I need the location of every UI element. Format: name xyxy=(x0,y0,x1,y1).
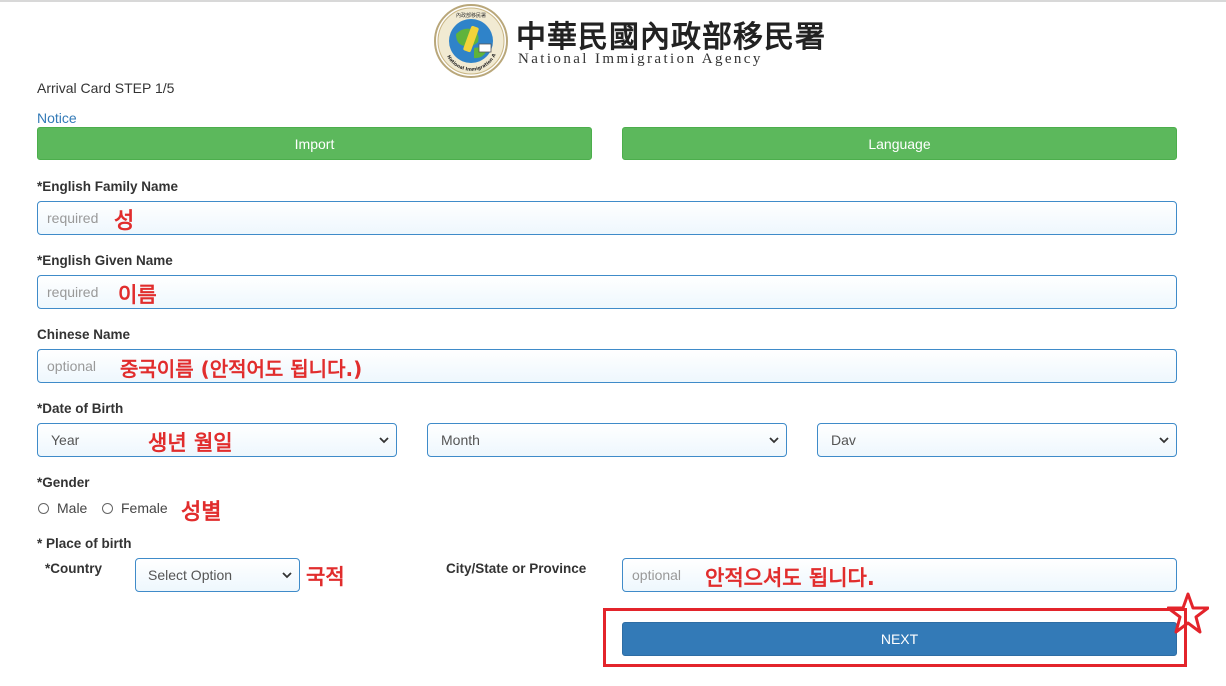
chevron-down-icon xyxy=(769,437,779,444)
family-name-label: *English Family Name xyxy=(37,179,179,194)
gender-male-label[interactable]: Male xyxy=(57,500,87,516)
step-indicator: Arrival Card STEP 1/5 xyxy=(37,80,175,96)
chinese-name-placeholder: optional xyxy=(47,358,97,374)
language-button[interactable]: Language xyxy=(622,127,1177,160)
city-placeholder: optional xyxy=(632,567,682,583)
annotation-dob: 생년 월일 xyxy=(148,431,233,455)
import-button[interactable]: Import xyxy=(37,127,592,160)
agency-name-english: National Immigration Agency xyxy=(518,51,763,67)
country-label: *Country xyxy=(45,561,102,576)
gender-male-radio[interactable] xyxy=(38,503,49,514)
dob-year-value: Year xyxy=(51,432,80,448)
dob-day-value: Dav xyxy=(831,432,856,448)
notice-link[interactable]: Notice xyxy=(37,110,77,126)
country-select-value: Select Option xyxy=(148,567,233,583)
city-label: City/State or Province xyxy=(446,561,587,576)
annotation-city: 안적으셔도 됩니다. xyxy=(705,566,875,590)
agency-name-chinese: 中華民國內政部移民署 xyxy=(516,20,826,55)
chinese-name-label: Chinese Name xyxy=(37,327,131,342)
annotation-family-name: 성 xyxy=(114,209,135,234)
annotation-country: 국적 xyxy=(306,565,345,589)
next-button[interactable]: NEXT xyxy=(622,622,1177,656)
given-name-input[interactable]: required xyxy=(37,275,1177,309)
given-name-label: *English Given Name xyxy=(37,253,173,268)
dob-month-value: Month xyxy=(441,432,480,448)
star-icon xyxy=(1167,592,1209,634)
family-name-input[interactable]: required xyxy=(37,201,1177,235)
chevron-down-icon xyxy=(282,572,292,579)
svg-text:內政部移民署: 內政部移民署 xyxy=(456,12,486,19)
dob-day-select[interactable]: Dav xyxy=(817,423,1177,457)
agency-emblem-icon: 內政部移民署 National Immigration Agency xyxy=(434,4,508,78)
chevron-down-icon xyxy=(1159,437,1169,444)
annotation-given-name: 이름 xyxy=(118,283,157,307)
family-name-placeholder: required xyxy=(47,210,99,226)
gender-female-label[interactable]: Female xyxy=(121,500,168,516)
dob-month-select[interactable]: Month xyxy=(427,423,787,457)
annotation-chinese-name: 중국이름 (안적어도 됩니다.) xyxy=(120,357,363,381)
gender-label: *Gender xyxy=(37,475,90,490)
chevron-down-icon xyxy=(379,437,389,444)
place-of-birth-label: * Place of birth xyxy=(37,536,132,551)
top-border xyxy=(0,0,1226,2)
country-select[interactable]: Select Option xyxy=(135,558,300,592)
given-name-placeholder: required xyxy=(47,284,99,300)
dob-label: *Date of Birth xyxy=(37,401,124,416)
agency-header: 內政部移民署 National Immigration Agency 中華民國內… xyxy=(434,4,825,78)
annotation-gender: 성별 xyxy=(181,500,222,525)
gender-female-radio[interactable] xyxy=(102,503,113,514)
